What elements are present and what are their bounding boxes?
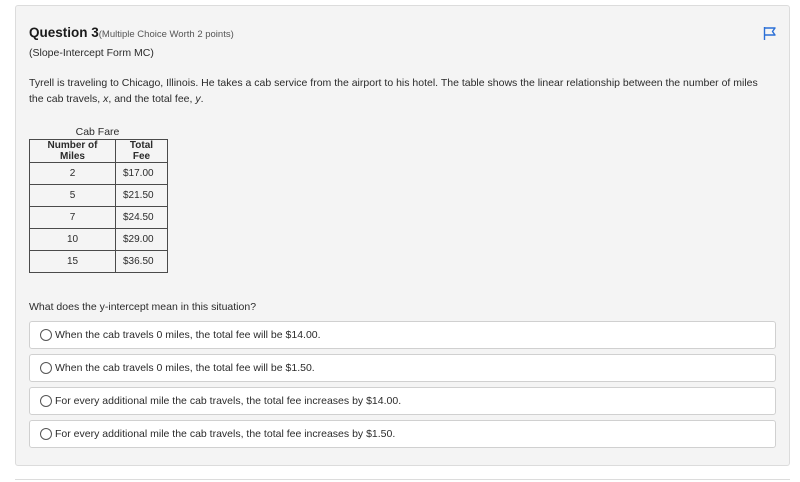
- table-row: 7 $24.50: [29, 206, 168, 229]
- fee-cell: $17.00: [115, 162, 168, 185]
- miles-cell: 7: [29, 206, 116, 229]
- question-header: Question 3(Multiple Choice Worth 2 point…: [29, 24, 234, 42]
- answer-option-c[interactable]: For every additional mile the cab travel…: [29, 387, 776, 415]
- radio-button-icon[interactable]: [40, 428, 52, 440]
- miles-cell: 2: [29, 162, 116, 185]
- fee-cell: $29.00: [115, 228, 168, 251]
- answer-option-label: For every additional mile the cab travel…: [55, 395, 402, 407]
- table-row: 5 $21.50: [29, 184, 168, 207]
- question-title: Question 3: [29, 25, 99, 40]
- fee-cell: $21.50: [115, 184, 168, 207]
- answer-option-label: For every additional mile the cab travel…: [55, 428, 396, 440]
- fee-cell: $36.50: [115, 250, 168, 273]
- radio-button-icon[interactable]: [40, 329, 52, 341]
- table-header-row: Number of Miles Total Fee: [29, 139, 168, 163]
- question-prompt: Tyrell is traveling to Chicago, Illinois…: [29, 77, 758, 105]
- answer-option-b[interactable]: When the cab travels 0 miles, the total …: [29, 354, 776, 382]
- radio-button-icon[interactable]: [40, 395, 52, 407]
- radio-button-icon[interactable]: [40, 362, 52, 374]
- miles-cell: 5: [29, 184, 116, 207]
- answer-option-a[interactable]: When the cab travels 0 miles, the total …: [29, 321, 776, 349]
- answer-option-d[interactable]: For every additional mile the cab travel…: [29, 420, 776, 448]
- question-points: (Multiple Choice Worth 2 points): [98, 29, 234, 40]
- divider: [15, 479, 790, 480]
- flag-icon[interactable]: [762, 25, 778, 41]
- table-row: 15 $36.50: [29, 250, 168, 273]
- miles-cell: 15: [29, 250, 116, 273]
- fee-cell: $24.50: [115, 206, 168, 229]
- column-header-fee: Total Fee: [115, 139, 168, 163]
- column-header-miles: Number of Miles: [29, 139, 116, 163]
- miles-cell: 10: [29, 228, 116, 251]
- table-row: 2 $17.00: [29, 162, 168, 185]
- question-ask: What does the y-intercept mean in this s…: [29, 301, 257, 313]
- answer-option-label: When the cab travels 0 miles, the total …: [55, 362, 315, 374]
- question-card: Question 3(Multiple Choice Worth 2 point…: [15, 5, 790, 466]
- answer-option-label: When the cab travels 0 miles, the total …: [55, 329, 321, 341]
- cab-fare-table: Number of Miles Total Fee 2 $17.00 5 $21…: [29, 139, 168, 273]
- table-row: 10 $29.00: [29, 228, 168, 251]
- table-caption: Cab Fare: [75, 126, 120, 138]
- question-subtitle: (Slope-Intercept Form MC): [29, 47, 154, 59]
